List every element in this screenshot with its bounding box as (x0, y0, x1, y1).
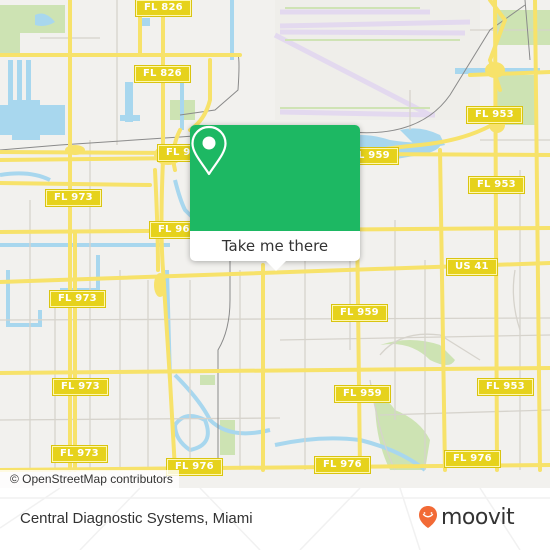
route-shield-fl-826: FL 826 (135, 0, 192, 17)
airport-area (275, 0, 480, 120)
moovit-wordmark: moovit (441, 504, 515, 530)
route-shield-fl-973: FL 973 (51, 445, 108, 463)
route-shield-fl-973: FL 973 (52, 378, 109, 396)
route-shield-fl-959: FL 959 (334, 385, 391, 403)
route-shield-fl-826: FL 826 (134, 65, 191, 83)
route-shield-fl-953: FL 953 (468, 176, 525, 194)
popup-pointer (266, 261, 286, 271)
destination-popup[interactable]: Take me there (190, 125, 360, 271)
route-shield-fl-959: FL 959 (331, 304, 388, 322)
map-view[interactable]: FL 826 FL 826 FL 968 FL 959 FL 953 FL 95… (0, 0, 550, 488)
footer-bar: Central Diagnostic Systems, Miami moovit (0, 488, 550, 550)
place-name: Central Diagnostic Systems, Miami (20, 510, 253, 527)
take-me-there-button[interactable]: Take me there (190, 231, 360, 261)
route-shield-fl-953: FL 953 (477, 378, 534, 396)
map-attribution[interactable]: © OpenStreetMap contributors (0, 470, 179, 488)
moovit-pin-icon (419, 506, 437, 528)
route-shield-us-41: US 41 (446, 258, 498, 276)
route-shield-fl-976: FL 976 (444, 450, 501, 468)
map-pin-icon (191, 125, 227, 176)
moovit-logo[interactable]: moovit (418, 502, 515, 532)
route-shield-fl-976: FL 976 (314, 456, 371, 474)
route-shield-fl-973: FL 973 (45, 189, 102, 207)
route-shield-fl-973: FL 973 (49, 290, 106, 308)
popup-header[interactable] (190, 125, 360, 231)
route-shield-fl-953: FL 953 (466, 106, 523, 124)
